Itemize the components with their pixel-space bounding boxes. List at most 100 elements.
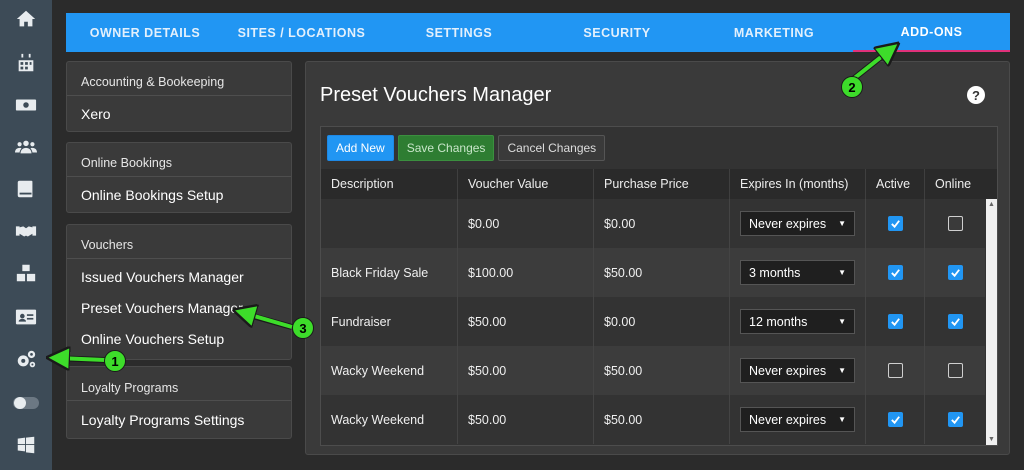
online-checkbox[interactable] <box>947 265 963 280</box>
cell-voucher-value[interactable]: $50.00 <box>458 346 594 395</box>
table-row[interactable]: Wacky Weekend $50.00 $50.00 Never expires ▼ <box>321 395 985 444</box>
menu-item-preset-vouchers[interactable]: Preset Vouchers Manager <box>67 293 291 324</box>
tab-sites-locations[interactable]: SITES / LOCATIONS <box>224 13 379 52</box>
cell-description[interactable]: Wacky Weekend <box>321 346 458 395</box>
cell-purchase-price[interactable]: $50.00 <box>594 346 730 395</box>
menu-heading-accounting: Accounting & Bookeeping <box>67 62 291 96</box>
top-navigation: OWNER DETAILS SITES / LOCATIONS SETTINGS… <box>66 13 1010 52</box>
page-title: Preset Vouchers Manager <box>320 84 552 106</box>
expires-select-value: Never expires <box>749 363 827 378</box>
cell-active <box>866 297 925 346</box>
column-header-description[interactable]: Description <box>321 169 458 199</box>
grid-toolbar: Add New Save Changes Cancel Changes <box>321 127 997 169</box>
cell-purchase-price[interactable]: $50.00 <box>594 248 730 297</box>
cell-active <box>866 395 925 444</box>
add-new-button[interactable]: Add New <box>327 135 394 161</box>
cell-description[interactable]: Wacky Weekend <box>321 395 458 444</box>
expires-select[interactable]: Never expires ▼ <box>740 211 855 236</box>
cash-icon[interactable] <box>8 90 44 120</box>
column-header-online[interactable]: Online <box>925 169 997 199</box>
menu-card-bookings: Online Bookings Online Bookings Setup <box>66 142 292 213</box>
cell-expires: 12 months ▼ <box>730 297 866 346</box>
handshake-icon[interactable] <box>8 216 44 246</box>
chevron-down-icon: ▼ <box>838 317 846 326</box>
expires-select-value: Never expires <box>749 412 827 427</box>
menu-card-loyalty: Loyalty Programs Loyalty Programs Settin… <box>66 366 292 439</box>
menu-item-online-vouchers-setup[interactable]: Online Vouchers Setup <box>67 324 291 355</box>
tab-security[interactable]: SECURITY <box>539 13 695 52</box>
chevron-down-icon: ▼ <box>838 366 846 375</box>
menu-item-issued-vouchers[interactable]: Issued Vouchers Manager <box>67 262 291 293</box>
cell-purchase-price[interactable]: $0.00 <box>594 199 730 248</box>
column-header-active[interactable]: Active <box>866 169 925 199</box>
cell-online <box>925 199 985 248</box>
tab-owner-details[interactable]: OWNER DETAILS <box>66 13 224 52</box>
cell-description[interactable]: Black Friday Sale <box>321 248 458 297</box>
cell-voucher-value[interactable]: $50.00 <box>458 297 594 346</box>
online-checkbox[interactable] <box>947 363 963 378</box>
active-checkbox[interactable] <box>887 314 903 329</box>
grid-scrollbar[interactable]: ▲ ▼ <box>986 199 997 445</box>
table-row[interactable]: Wacky Weekend $50.00 $50.00 Never expires ▼ <box>321 346 985 395</box>
cell-expires: Never expires ▼ <box>730 199 866 248</box>
save-changes-button[interactable]: Save Changes <box>397 135 495 161</box>
calendar-icon[interactable] <box>8 48 44 78</box>
expires-select[interactable]: 3 months ▼ <box>740 260 855 285</box>
column-header-expires-in[interactable]: Expires In (months) <box>730 169 866 199</box>
scroll-up-icon[interactable]: ▲ <box>988 201 995 208</box>
users-icon[interactable] <box>8 132 44 162</box>
menu-card-accounting: Accounting & Bookeeping Xero <box>66 61 292 132</box>
active-checkbox[interactable] <box>887 363 903 378</box>
cell-active <box>866 346 925 395</box>
icon-rail <box>0 0 52 470</box>
cell-voucher-value[interactable]: $100.00 <box>458 248 594 297</box>
help-icon[interactable]: ? <box>967 86 985 104</box>
cell-purchase-price[interactable]: $0.00 <box>594 297 730 346</box>
main-panel: Preset Vouchers Manager ? Add New Save C… <box>305 61 1010 455</box>
online-checkbox[interactable] <box>947 412 963 427</box>
cancel-changes-button[interactable]: Cancel Changes <box>498 135 606 161</box>
table-row[interactable]: Fundraiser $50.00 $0.00 12 months ▼ <box>321 297 985 346</box>
expires-select[interactable]: 12 months ▼ <box>740 309 855 334</box>
table-row[interactable]: $0.00 $0.00 Never expires ▼ <box>321 199 985 248</box>
windows-icon[interactable] <box>8 430 44 460</box>
menu-heading-online-bookings: Online Bookings <box>67 143 291 177</box>
menu-item-online-bookings-setup[interactable]: Online Bookings Setup <box>67 180 291 211</box>
gears-icon[interactable] <box>8 344 44 374</box>
active-checkbox[interactable] <box>887 412 903 427</box>
menu-item-xero[interactable]: Xero <box>67 99 291 130</box>
expires-select[interactable]: Never expires ▼ <box>740 407 855 432</box>
tab-marketing[interactable]: MARKETING <box>695 13 853 52</box>
cell-expires: 3 months ▼ <box>730 248 866 297</box>
online-checkbox[interactable] <box>947 216 963 231</box>
tab-settings[interactable]: SETTINGS <box>379 13 539 52</box>
cell-online <box>925 248 985 297</box>
expires-select-value: Never expires <box>749 216 827 231</box>
toggle-icon[interactable] <box>8 388 44 418</box>
annotation-badge-3: 3 <box>292 317 314 339</box>
boxes-icon[interactable] <box>8 258 44 288</box>
column-header-purchase-price[interactable]: Purchase Price <box>594 169 730 199</box>
active-checkbox[interactable] <box>887 265 903 280</box>
annotation-badge-2: 2 <box>841 76 863 98</box>
active-checkbox[interactable] <box>887 216 903 231</box>
menu-card-vouchers: Vouchers Issued Vouchers Manager Preset … <box>66 224 292 360</box>
cell-voucher-value[interactable]: $0.00 <box>458 199 594 248</box>
online-checkbox[interactable] <box>947 314 963 329</box>
cell-active <box>866 199 925 248</box>
cell-purchase-price[interactable]: $50.00 <box>594 395 730 444</box>
expires-select[interactable]: Never expires ▼ <box>740 358 855 383</box>
id-card-icon[interactable] <box>8 302 44 332</box>
tab-add-ons[interactable]: ADD-ONS <box>853 13 1010 52</box>
cell-description[interactable] <box>321 199 458 248</box>
cell-description[interactable]: Fundraiser <box>321 297 458 346</box>
table-row[interactable]: Black Friday Sale $100.00 $50.00 3 months ▼ <box>321 248 985 297</box>
menu-item-loyalty-settings[interactable]: Loyalty Programs Settings <box>67 405 291 436</box>
scroll-down-icon[interactable]: ▼ <box>988 436 995 443</box>
vouchers-grid: Add New Save Changes Cancel Changes Desc… <box>320 126 998 446</box>
expires-select-value: 12 months <box>749 314 808 329</box>
home-icon[interactable] <box>8 4 44 34</box>
cell-voucher-value[interactable]: $50.00 <box>458 395 594 444</box>
book-icon[interactable] <box>8 174 44 204</box>
column-header-voucher-value[interactable]: Voucher Value <box>458 169 594 199</box>
